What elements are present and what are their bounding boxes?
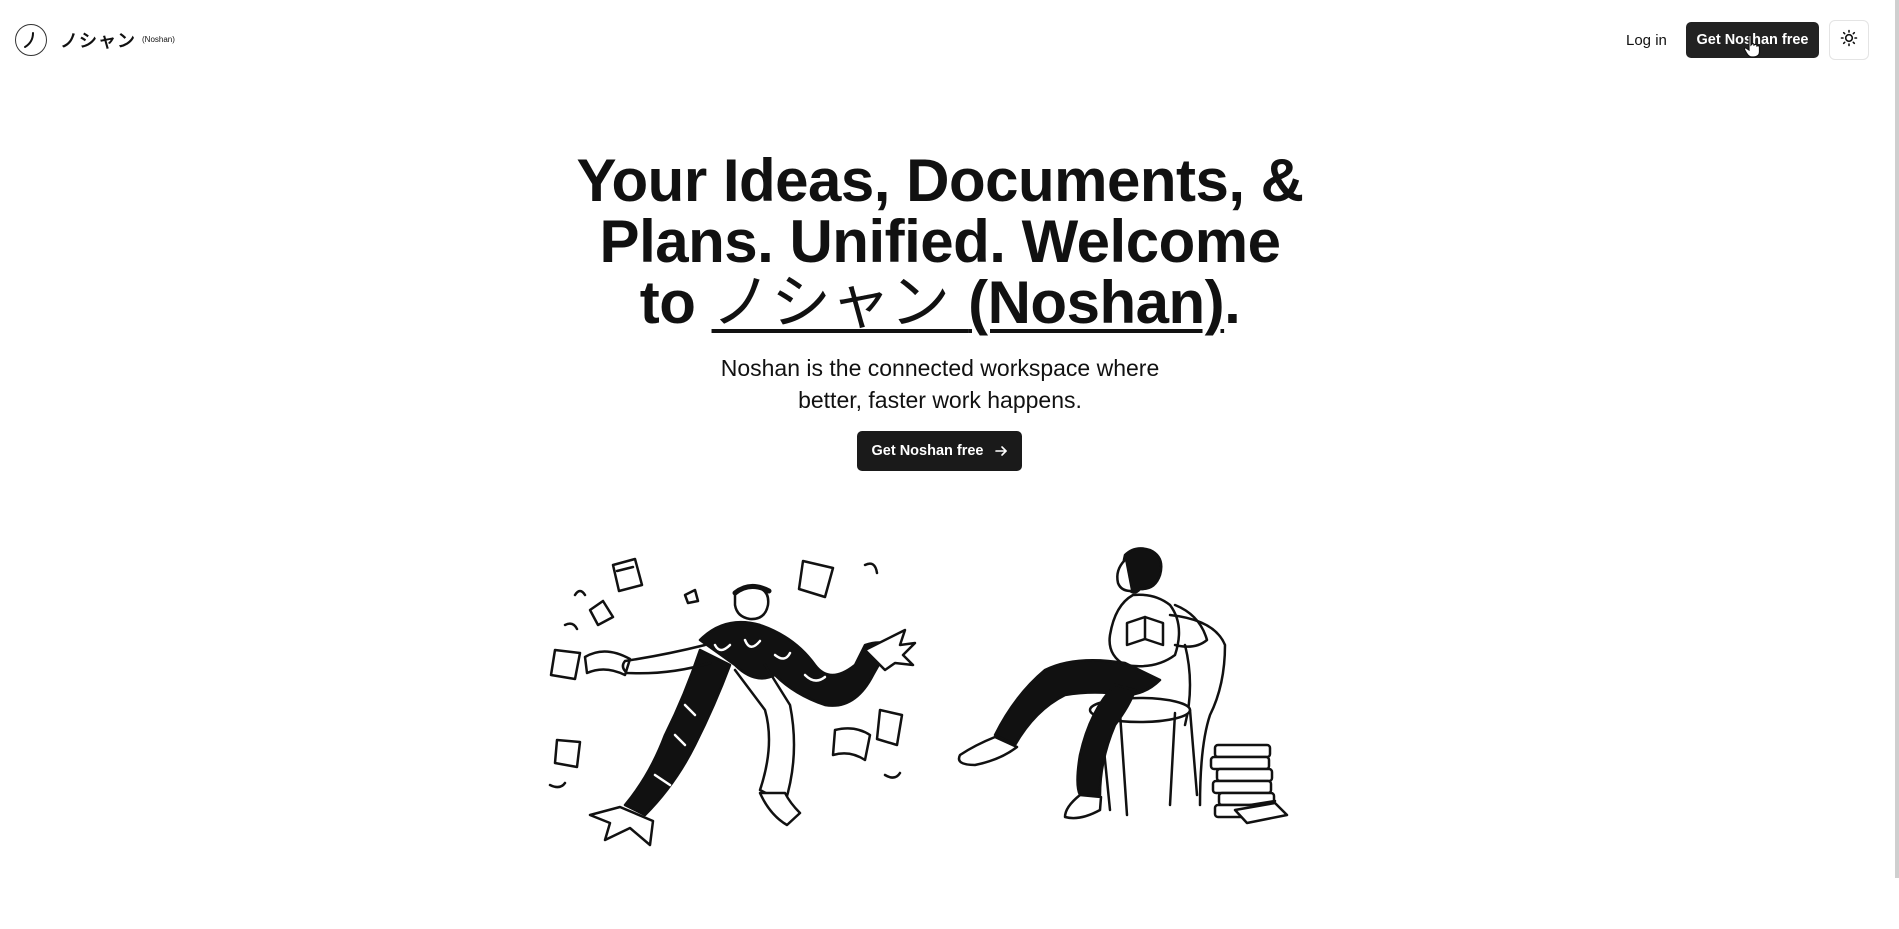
brand[interactable]: ノシャン (Noshan)	[15, 24, 175, 56]
brand-name: ノシャン	[60, 31, 136, 52]
arrow-right-icon	[994, 444, 1008, 458]
hero-title-japanese: ノシャン	[711, 268, 969, 338]
reading-woman-illustration	[957, 547, 1289, 825]
hero-title-period: .	[1224, 269, 1241, 336]
top-navbar: ノシャン (Noshan) Log in Get Noshan free	[0, 0, 1899, 80]
hero-subtitle-line-1: Noshan is the connected workspace where	[720, 355, 1160, 381]
hero-title: Your Ideas, Documents, & Plans. Unified.…	[440, 150, 1440, 334]
hero-get-noshan-free-button[interactable]: Get Noshan free	[857, 431, 1022, 471]
hero-subtitle-line-2: better, faster work happens.	[798, 387, 1082, 413]
hero-title-to: to	[639, 269, 712, 336]
hero-illustration	[548, 547, 1289, 847]
scrollbar[interactable]	[1895, 0, 1899, 878]
sun-icon	[1840, 29, 1858, 52]
hero-title-line-1: Your Ideas, Documents, &	[576, 147, 1304, 214]
theme-toggle-button[interactable]	[1829, 20, 1869, 60]
scrollbar-thumb[interactable]	[1895, 0, 1899, 878]
running-man-illustration	[548, 557, 917, 847]
hero-title-line-2: Plans. Unified. Welcome	[599, 208, 1281, 275]
hero-subtitle: Noshan is the connected workspace where …	[640, 352, 1240, 416]
hero-title-noshan: (Noshan)	[968, 269, 1225, 336]
hero-cta-label: Get Noshan free	[871, 443, 984, 459]
login-link[interactable]: Log in	[1612, 22, 1681, 58]
mouse-pointer-icon	[1743, 34, 1761, 58]
brand-subtitle: (Noshan)	[142, 34, 175, 44]
logo-icon	[15, 24, 47, 56]
